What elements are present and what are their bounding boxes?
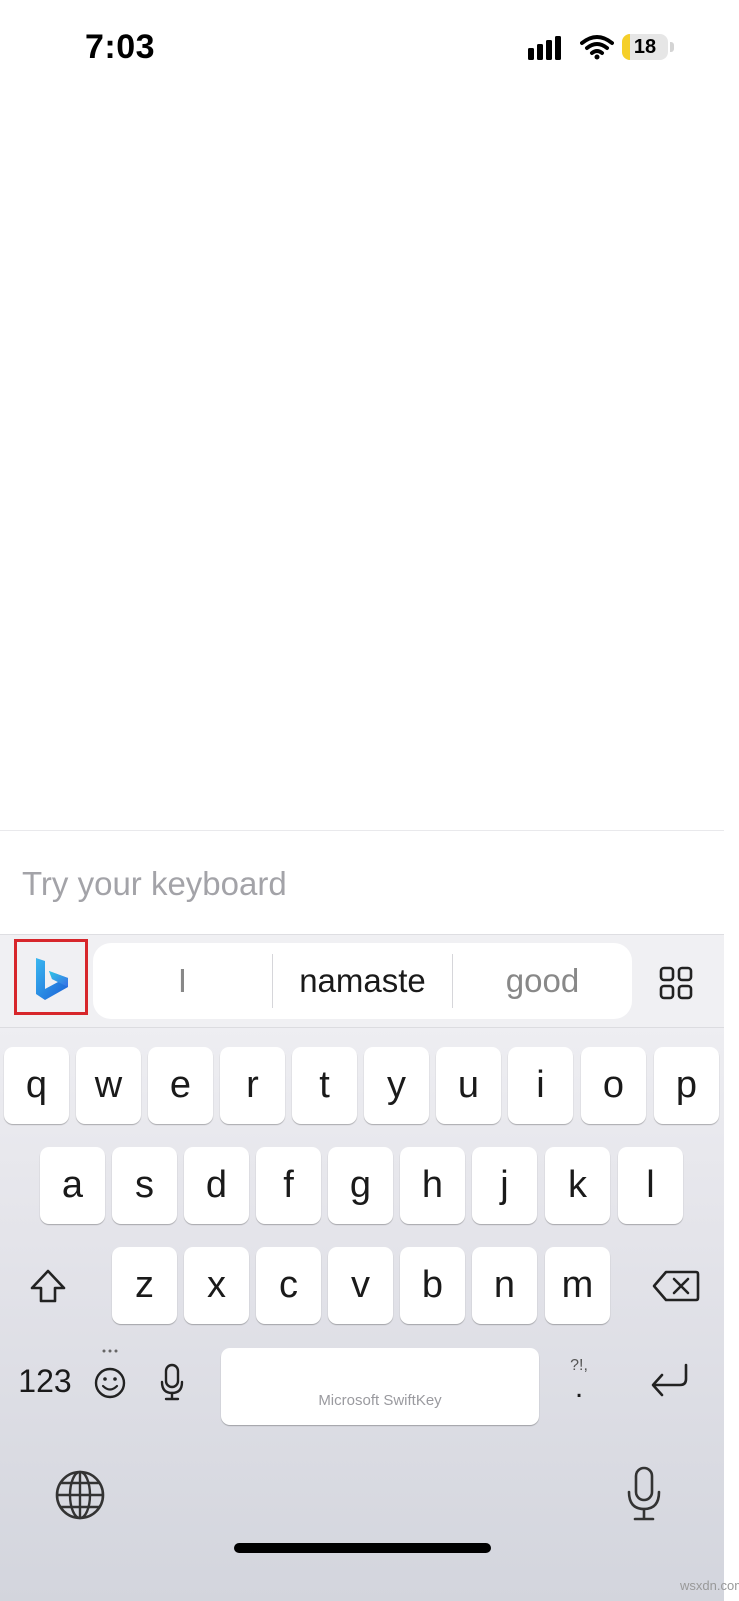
punctuation-main: .	[574, 1371, 584, 1404]
key-z[interactable]: z	[112, 1247, 177, 1324]
grid-icon	[659, 966, 693, 1000]
key-y[interactable]: y	[364, 1047, 429, 1124]
key-g[interactable]: g	[328, 1147, 393, 1224]
suggestion-left[interactable]: I	[93, 954, 272, 1008]
key-m[interactable]: m	[545, 1247, 610, 1324]
try-keyboard-input[interactable]	[22, 857, 662, 911]
key-l[interactable]: l	[618, 1147, 683, 1224]
backspace-icon	[652, 1270, 700, 1301]
key-i[interactable]: i	[508, 1047, 573, 1124]
home-indicator[interactable]	[234, 1543, 491, 1553]
emoji-icon	[94, 1349, 126, 1399]
suggestion-right[interactable]: good	[452, 954, 632, 1008]
key-p[interactable]: p	[654, 1047, 719, 1124]
key-w[interactable]: w	[76, 1047, 141, 1124]
backspace-key[interactable]	[640, 1247, 712, 1324]
punctuation-key[interactable]: ?!, .	[556, 1351, 602, 1411]
bing-logo-icon	[36, 958, 68, 1000]
battery-body: 18	[622, 34, 668, 60]
key-d[interactable]: d	[184, 1147, 249, 1224]
input-area	[0, 830, 724, 935]
return-key[interactable]	[640, 1349, 700, 1411]
status-bar: 7:03 18	[0, 0, 724, 96]
key-e[interactable]: e	[148, 1047, 213, 1124]
dictation-key[interactable]	[150, 1353, 194, 1411]
key-a[interactable]: a	[40, 1147, 105, 1224]
key-q[interactable]: q	[4, 1047, 69, 1124]
key-u[interactable]: u	[436, 1047, 501, 1124]
wifi-icon	[580, 35, 614, 60]
globe-key[interactable]	[50, 1465, 110, 1525]
microphone-icon	[627, 1466, 661, 1521]
return-icon	[651, 1363, 688, 1397]
watermark: wsxdn.com	[680, 1578, 739, 1593]
key-r[interactable]: r	[220, 1047, 285, 1124]
key-j[interactable]: j	[472, 1147, 537, 1224]
shift-icon	[30, 1269, 66, 1302]
key-t[interactable]: t	[292, 1047, 357, 1124]
keyboard: I namaste good q w e r t y u i o p a s d…	[0, 934, 724, 1601]
numbers-key[interactable]: 123	[14, 1351, 76, 1411]
voice-input-key[interactable]	[616, 1463, 672, 1525]
key-c[interactable]: c	[256, 1247, 321, 1324]
screen: 7:03 18 Try your keyboard I namaste good…	[0, 0, 724, 1601]
shift-key[interactable]	[14, 1247, 82, 1324]
key-b[interactable]: b	[400, 1247, 465, 1324]
key-k[interactable]: k	[545, 1147, 610, 1224]
key-f[interactable]: f	[256, 1147, 321, 1224]
keyboard-toolbar: I namaste good	[0, 935, 724, 1028]
suggestion-bar: I namaste good	[93, 943, 632, 1019]
key-n[interactable]: n	[472, 1247, 537, 1324]
suggestion-center[interactable]: namaste	[272, 954, 452, 1008]
battery-icon: 18	[622, 34, 674, 60]
cellular-signal-icon	[528, 36, 561, 60]
emoji-key[interactable]	[88, 1345, 132, 1411]
key-v[interactable]: v	[328, 1247, 393, 1324]
battery-cap	[670, 42, 674, 52]
battery-level: 18	[633, 36, 657, 58]
space-key[interactable]: Microsoft SwiftKey	[221, 1348, 539, 1425]
status-time: 7:03	[85, 28, 156, 66]
key-o[interactable]: o	[581, 1047, 646, 1124]
key-h[interactable]: h	[400, 1147, 465, 1224]
globe-icon	[55, 1470, 105, 1520]
bing-button[interactable]	[14, 939, 88, 1015]
microphone-icon	[160, 1363, 184, 1401]
space-key-label: Microsoft SwiftKey	[318, 1392, 442, 1409]
apps-button[interactable]	[652, 959, 700, 1007]
key-x[interactable]: x	[184, 1247, 249, 1324]
key-s[interactable]: s	[112, 1147, 177, 1224]
